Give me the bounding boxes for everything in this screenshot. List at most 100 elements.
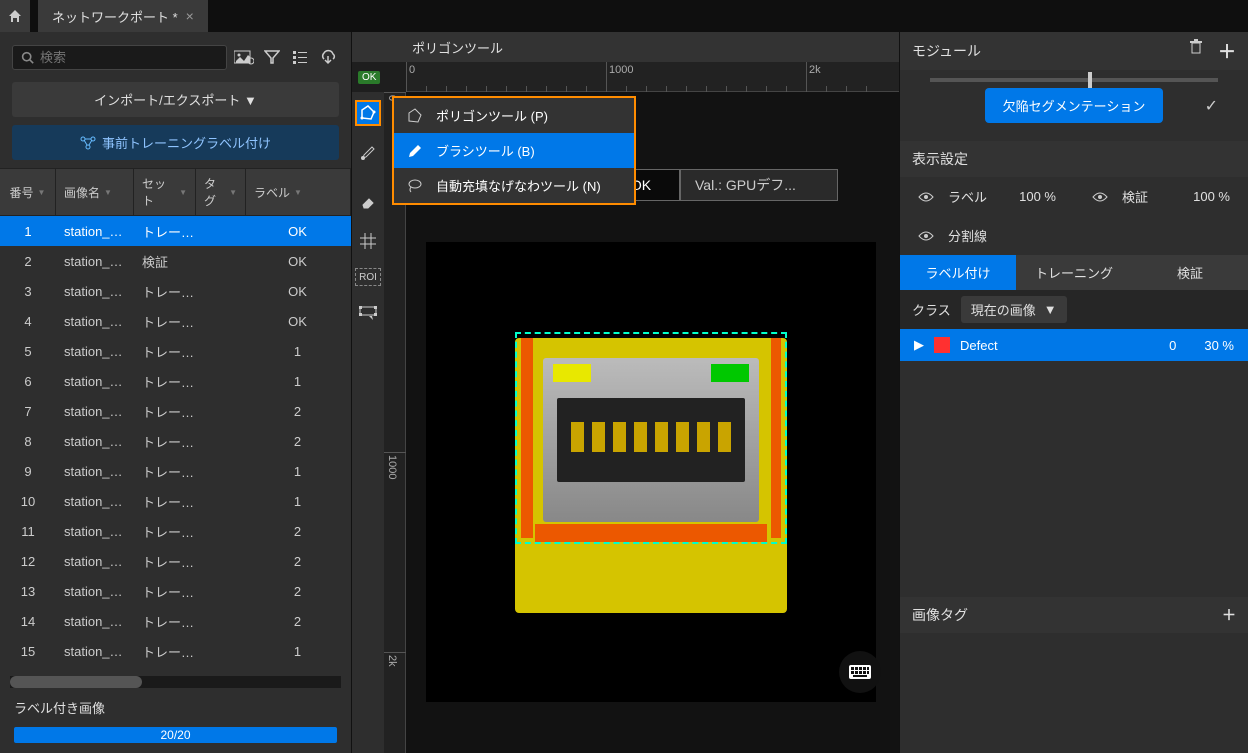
col-tag[interactable]: タグ▼: [196, 169, 246, 215]
flyout-lasso[interactable]: 自動充填なげなわツール (N): [394, 168, 634, 203]
table-row[interactable]: 12station_1...トレーニ...2: [0, 546, 351, 576]
display-validation-row[interactable]: 検証 100 %: [1074, 177, 1248, 216]
list-icon[interactable]: [289, 46, 311, 68]
search-input[interactable]: [40, 50, 218, 65]
table-row[interactable]: 7station_1...トレーニ...2: [0, 396, 351, 426]
tab-validate[interactable]: 検証: [1132, 255, 1248, 290]
ruler-corner: OK: [352, 62, 406, 92]
col-number[interactable]: 番号▼: [0, 169, 56, 215]
eye-icon: [918, 191, 936, 203]
class-color-swatch: [934, 337, 950, 353]
add-tag-icon[interactable]: ＋: [1222, 605, 1236, 625]
lasso-icon: [406, 177, 424, 195]
table-row[interactable]: 13station_1...トレーニ...2: [0, 576, 351, 606]
titlebar: ネットワークポート * ×: [0, 0, 1248, 32]
progress-bar: 20/20: [14, 727, 337, 743]
transform-tool-button[interactable]: [355, 300, 381, 326]
display-split-row[interactable]: 分割線: [900, 216, 1248, 255]
search-icon: [21, 51, 34, 64]
filter-icon[interactable]: [261, 46, 283, 68]
polygon-tool-button[interactable]: [355, 100, 381, 126]
canvas-title: ポリゴンツール: [412, 38, 503, 57]
class-select[interactable]: 現在の画像 ▼: [961, 296, 1067, 323]
brush-icon: [406, 142, 424, 160]
table-row[interactable]: 15station_1...トレーニ...1: [0, 636, 351, 666]
display-label-row[interactable]: ラベル 100 %: [900, 177, 1074, 216]
module-selector: 欠陥セグメンテーション ✓: [900, 70, 1248, 141]
pretrain-label-text: 事前トレーニングラベル付け: [102, 133, 271, 152]
tab-label[interactable]: ラベル付け: [900, 255, 1016, 290]
eye-icon: [918, 230, 936, 242]
module-panel: モジュール ＋ 欠陥セグメンテーション ✓ 表示設定 ラベル 100 %: [900, 32, 1248, 753]
table-row[interactable]: 1station_1...トレーニ...OK: [0, 216, 351, 246]
import-export-button[interactable]: インポート/エクスポート ▼: [12, 82, 339, 117]
polygon-icon: [406, 107, 424, 125]
defect-class-row[interactable]: ▶ Defect 0 30 %: [900, 329, 1248, 361]
image-tags-label: 画像タグ: [912, 605, 968, 625]
canvas-header: ポリゴンツール: [352, 32, 899, 62]
home-button[interactable]: [0, 0, 30, 32]
brush-tool-button[interactable]: [355, 140, 381, 166]
defect-name: Defect: [960, 338, 998, 353]
table-row[interactable]: 2station_1...検証OK: [0, 246, 351, 276]
image-list[interactable]: 1station_1...トレーニ...OK2station_1...検証OK3…: [0, 216, 351, 676]
progress-text: 20/20: [14, 727, 337, 743]
add-module-icon[interactable]: ＋: [1218, 38, 1236, 64]
horizontal-ruler: 010002k: [406, 62, 899, 92]
ok-badge: OK: [358, 71, 380, 84]
canvas-panel: ポリゴンツール OK 010002k ROI 0: [352, 32, 900, 753]
close-icon[interactable]: ×: [186, 8, 194, 24]
roi-selection[interactable]: [515, 332, 787, 544]
module-slider[interactable]: [930, 78, 1218, 82]
module-header: モジュール ＋: [900, 32, 1248, 70]
display-settings-header: 表示設定: [900, 141, 1248, 177]
table-row[interactable]: 6station_1...トレーニ...1: [0, 366, 351, 396]
table-row[interactable]: 3station_1...トレーニ...OK: [0, 276, 351, 306]
horizontal-scrollbar[interactable]: [10, 676, 341, 688]
image-preview: [426, 242, 876, 702]
document-tab[interactable]: ネットワークポート * ×: [38, 0, 208, 32]
right-tabs: ラベル付け トレーニング 検証: [900, 255, 1248, 290]
tool-strip: ROI: [352, 92, 384, 753]
table-row[interactable]: 5station_1...トレーニ...1: [0, 336, 351, 366]
class-selector-row: クラス 現在の画像 ▼: [900, 290, 1248, 329]
eraser-tool-button[interactable]: [355, 188, 381, 214]
table-row[interactable]: 9station_1...トレーニ...1: [0, 456, 351, 486]
roi-tool-button[interactable]: ROI: [355, 268, 381, 286]
table-row[interactable]: 10station_1...トレーニ...1: [0, 486, 351, 516]
pretrain-label-button[interactable]: 事前トレーニングラベル付け: [12, 125, 339, 160]
flyout-polygon[interactable]: ポリゴンツール (P): [394, 98, 634, 133]
grid-tool-button[interactable]: [355, 228, 381, 254]
col-label[interactable]: ラベル▼: [246, 169, 351, 215]
eye-icon: [1092, 191, 1110, 203]
check-icon[interactable]: ✓: [1205, 96, 1218, 116]
table-row[interactable]: 4station_1...トレーニ...OK: [0, 306, 351, 336]
image-list-panel: インポート/エクスポート ▼ 事前トレーニングラベル付け 番号▼ 画像名▼ セッ…: [0, 32, 352, 753]
play-icon: ▶: [914, 337, 924, 353]
defect-percent: 30 %: [1204, 338, 1234, 353]
tab-train[interactable]: トレーニング: [1016, 255, 1132, 290]
col-set[interactable]: セット▼: [134, 169, 196, 215]
image-tags-header: 画像タグ ＋: [900, 597, 1248, 633]
module-chip[interactable]: 欠陥セグメンテーション: [985, 88, 1164, 123]
class-label: クラス: [912, 300, 951, 319]
table-header: 番号▼ 画像名▼ セット▼ タグ▼ ラベル▼: [0, 168, 351, 216]
search-input-box[interactable]: [12, 45, 227, 70]
col-image-name[interactable]: 画像名▼: [56, 169, 134, 215]
tab-title: ネットワークポート *: [52, 7, 178, 26]
chevron-down-icon: ▼: [1044, 302, 1057, 317]
defect-count: 0: [1169, 338, 1176, 353]
delete-icon[interactable]: [1188, 38, 1204, 64]
cloud-download-icon[interactable]: [317, 46, 339, 68]
module-title: モジュール: [912, 41, 981, 61]
graph-icon: [80, 136, 96, 150]
image-display-icon[interactable]: [233, 46, 255, 68]
table-row[interactable]: 14station_1...トレーニ...2: [0, 606, 351, 636]
keyboard-shortcuts-button[interactable]: [839, 651, 881, 693]
import-export-label: インポート/エクスポート ▼: [94, 90, 257, 109]
tool-flyout-menu: ポリゴンツール (P) ブラシツール (B) 自動充填なげなわツール (N): [392, 96, 636, 205]
table-row[interactable]: 8station_1...トレーニ...2: [0, 426, 351, 456]
table-row[interactable]: 11station_1...トレーニ...2: [0, 516, 351, 546]
flyout-brush[interactable]: ブラシツール (B): [394, 133, 634, 168]
status-gpu: Val.: GPUデフ...: [680, 169, 838, 201]
